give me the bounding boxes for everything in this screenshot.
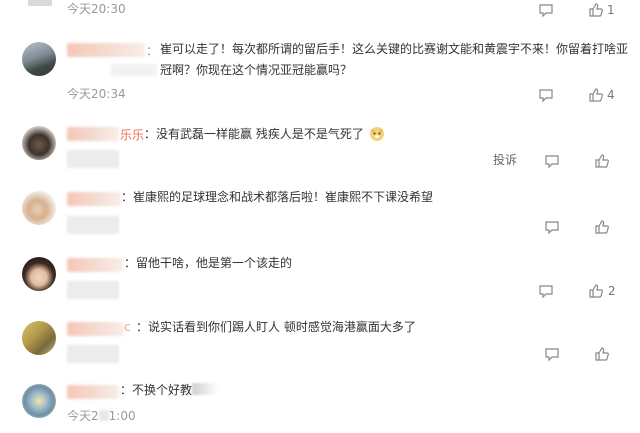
meta-redacted — [67, 345, 119, 363]
comment-feed: 今天20:30 1 ： 崔可以走了！每次都所谓的留后手！这么关键的比赛谢文能和黄… — [0, 0, 640, 433]
like-button[interactable] — [594, 151, 610, 171]
avatar[interactable] — [22, 257, 56, 291]
like-button[interactable]: 4 — [588, 85, 615, 105]
comment-bubble-icon — [539, 89, 553, 103]
comment-text: ：没有武磊一样能赢 残疾人是不是气死了 — [144, 124, 386, 145]
reply-button[interactable] — [544, 217, 560, 237]
avatar[interactable] — [22, 191, 56, 225]
text-fade — [192, 383, 219, 395]
comment-item: 今天20:30 1 — [0, 0, 640, 20]
avatar[interactable] — [22, 384, 56, 418]
comment-item: ： 崔可以走了！每次都所谓的留后手！这么关键的比赛谢文能和黄震宇不来！你留着打啥… — [0, 40, 640, 104]
comment-text: 崔可以走了！每次都所谓的留后手！这么关键的比赛谢文能和黄震宇不来！你留着打啥亚冠… — [160, 42, 629, 77]
reply-button[interactable] — [538, 0, 554, 20]
comment-item: c ：说实话看到你们踢人盯人 顿时感觉海港赢面大多了 — [0, 319, 640, 369]
username-redacted — [67, 43, 145, 57]
comment-time-tail: 1:00 — [108, 409, 136, 423]
comment-time: 今天20:30 — [67, 2, 126, 16]
username-redacted — [67, 385, 119, 399]
doge-emoji-icon — [369, 127, 384, 141]
comment-text: ：不换个好教 — [120, 380, 219, 401]
comment-item: ：不换个好教 今天2 1:00 — [0, 382, 640, 433]
comment-text-body: ：没有武磊一样能赢 残疾人是不是气死了 — [144, 127, 364, 141]
comment-text-body: ：不换个好教 — [120, 383, 193, 397]
comment-text: ：留他干啥，他是第一个该走的 — [124, 256, 293, 270]
meta-redacted — [67, 150, 119, 168]
reply-button[interactable] — [538, 281, 554, 301]
like-button[interactable]: 1 — [588, 0, 615, 20]
username-redacted — [67, 322, 124, 336]
like-count: 4 — [607, 88, 615, 102]
comment-bubble-icon — [539, 4, 553, 18]
avatar[interactable] — [22, 42, 56, 76]
thumbs-up-icon — [589, 3, 603, 17]
username-redacted — [67, 258, 123, 272]
text-redacted — [111, 64, 157, 76]
like-count: 2 — [608, 284, 616, 298]
thumbs-up-icon — [589, 284, 603, 298]
report-button[interactable]: 投诉 — [493, 151, 517, 168]
avatar[interactable] — [28, 0, 52, 6]
comment-bubble-icon — [545, 221, 559, 235]
thumbs-up-icon — [589, 88, 603, 102]
avatar[interactable] — [22, 126, 56, 160]
thumbs-up-icon — [595, 220, 609, 234]
avatar[interactable] — [22, 321, 56, 355]
comment-bubble-icon — [539, 285, 553, 299]
comment-bubble-icon — [545, 348, 559, 362]
reply-button[interactable] — [544, 151, 560, 171]
like-button[interactable]: 2 — [588, 281, 616, 301]
comment-time: 今天20:34 — [67, 87, 126, 101]
comment-item: ：崔康熙的足球理念和战术都落后啦！崔康熙不下课没希望 — [0, 189, 640, 239]
comment-text: ：崔康熙的足球理念和战术都落后啦！崔康熙不下课没希望 — [121, 190, 434, 204]
like-button[interactable] — [594, 217, 610, 237]
meta-redacted — [67, 216, 119, 234]
username-tail: 乐乐 — [120, 128, 145, 142]
comment-item: 乐乐 ：没有武磊一样能赢 残疾人是不是气死了 投诉 — [0, 124, 640, 174]
thumbs-up-icon — [595, 154, 609, 168]
username-tail: c — [124, 320, 131, 334]
comment-item: ：留他干啥，他是第一个该走的 2 — [0, 255, 640, 305]
comment-text: ：说实话看到你们踢人盯人 顿时感觉海港赢面大多了 — [136, 320, 416, 334]
time-redacted — [98, 410, 109, 421]
like-count: 1 — [607, 3, 615, 17]
like-button[interactable] — [594, 344, 610, 364]
username-tail: ： — [146, 44, 159, 58]
username-redacted — [67, 192, 121, 206]
comment-bubble-icon — [545, 155, 559, 169]
reply-button[interactable] — [538, 85, 554, 105]
meta-redacted — [67, 281, 119, 299]
thumbs-up-icon — [595, 347, 609, 361]
username-redacted — [67, 127, 119, 141]
comment-time: 今天2 1:00 — [67, 407, 136, 424]
reply-button[interactable] — [544, 344, 560, 364]
comment-time-head: 今天2 — [67, 409, 99, 423]
